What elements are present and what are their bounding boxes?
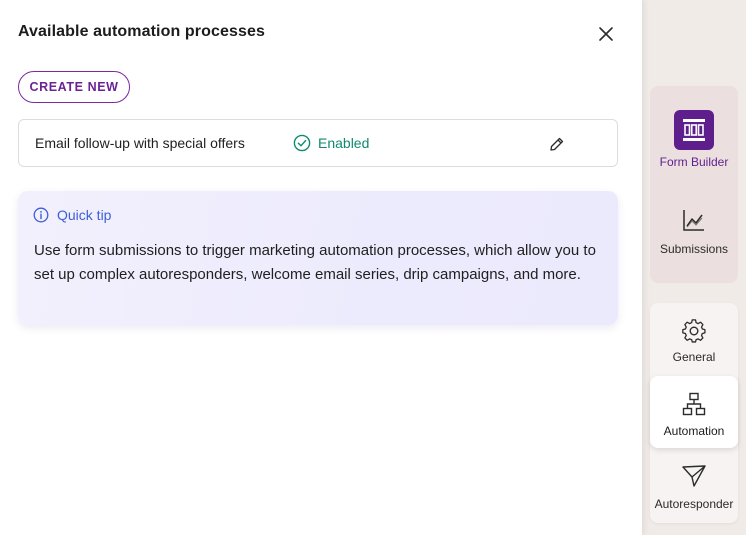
- create-new-button[interactable]: CREATE NEW: [18, 71, 130, 103]
- gear-icon: [682, 319, 706, 343]
- process-row[interactable]: Email follow-up with special offers Enab…: [18, 119, 618, 167]
- sidebar-item-label: Autoresponder: [654, 497, 734, 511]
- pencil-icon: [550, 137, 564, 151]
- form-builder-icon: [674, 110, 714, 150]
- check-circle-icon: [293, 134, 311, 152]
- status-badge: Enabled: [293, 134, 369, 152]
- sidebar-item-form-builder[interactable]: Form Builder: [650, 110, 738, 172]
- status-text: Enabled: [318, 135, 370, 151]
- edit-process-button[interactable]: [547, 134, 567, 154]
- automation-panel: Available automation processes CREATE NE…: [0, 0, 642, 535]
- sidebar-item-label: Submissions: [659, 242, 729, 256]
- sidebar-item-general[interactable]: General: [650, 318, 738, 374]
- close-button[interactable]: [594, 22, 618, 46]
- sidebar-item-submissions[interactable]: Submissions: [650, 208, 738, 264]
- sidebar-item-label: Automation: [663, 424, 725, 438]
- quick-tip-header: Quick tip: [33, 207, 111, 223]
- quick-tip-title: Quick tip: [57, 207, 112, 223]
- close-icon: [599, 27, 613, 41]
- sidebar-item-autoresponder[interactable]: Autoresponder: [650, 464, 738, 520]
- sidebar-item-label: General: [672, 350, 716, 364]
- info-icon: [33, 207, 49, 223]
- sidebar-item-automation[interactable]: Automation: [650, 376, 738, 448]
- chart-icon: [683, 210, 704, 231]
- quick-tip-text: Use form submissions to trigger marketin…: [34, 242, 596, 283]
- quick-tip-box: Quick tip Use form submissions to trigge…: [18, 191, 618, 325]
- sidebar-item-label: Form Builder: [659, 155, 729, 169]
- panel-title: Available automation processes: [18, 23, 265, 40]
- process-name: Email follow-up with special offers: [35, 135, 245, 151]
- workflow-icon: [682, 392, 706, 416]
- paper-plane-icon: [682, 465, 706, 487]
